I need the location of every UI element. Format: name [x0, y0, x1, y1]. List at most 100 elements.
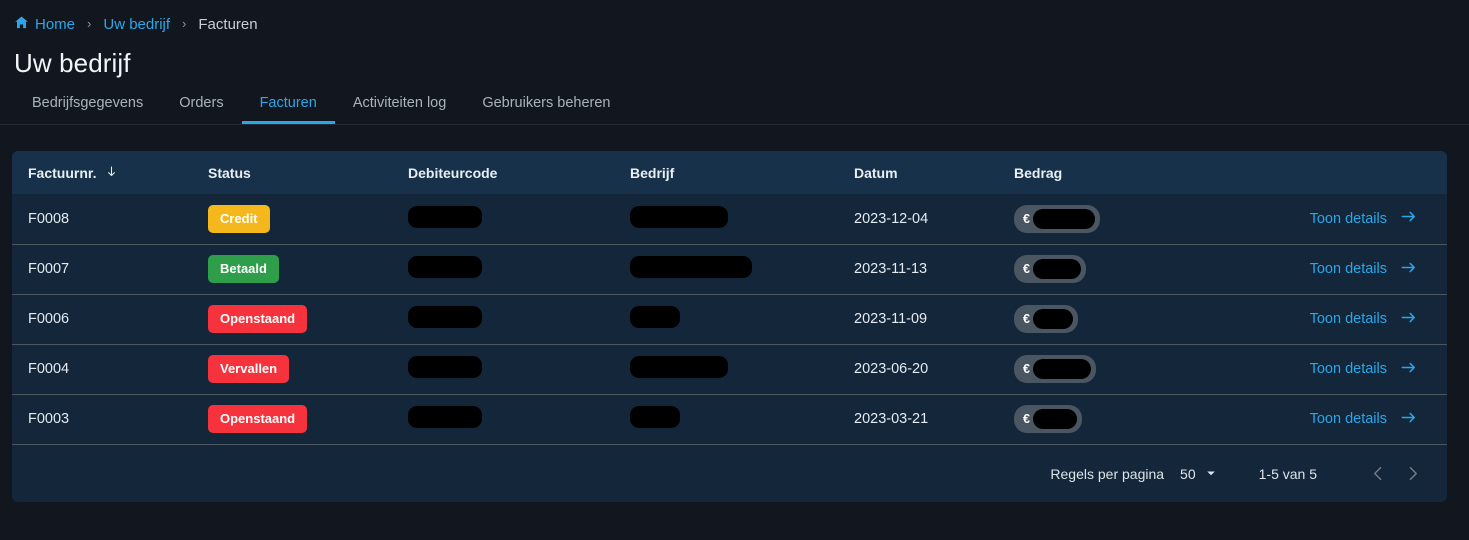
redacted-bedrijf — [630, 406, 680, 429]
status-badge: Betaald — [208, 255, 279, 283]
cell-factuurnr: F0004 — [12, 343, 208, 394]
cell-bedrag: € — [1014, 343, 1214, 394]
pagination-prev-button[interactable] — [1361, 457, 1395, 491]
redacted-debiteurcode — [408, 205, 482, 228]
cell-factuurnr: F0006 — [12, 293, 208, 344]
rows-per-page-value: 50 — [1180, 465, 1196, 482]
column-header-factuurnr[interactable]: Factuurnr. — [12, 151, 208, 194]
invoices-card: Factuurnr. Status Debiteurcode Bedrijf D… — [12, 151, 1447, 502]
cell-status: Vervallen — [208, 343, 408, 394]
arrow-down-icon — [105, 165, 118, 181]
redacted-bedrag — [1032, 208, 1095, 229]
status-badge: Vervallen — [208, 355, 290, 383]
breadcrumb-separator: › — [182, 16, 187, 31]
rows-per-page-label: Regels per pagina — [1050, 465, 1165, 482]
arrow-right-icon — [1400, 309, 1417, 330]
tab-orders[interactable]: Orders — [161, 95, 241, 125]
toon-details-link[interactable]: Toon details — [1310, 409, 1417, 430]
chevron-left-icon — [1370, 465, 1387, 482]
cell-status: Betaald — [208, 243, 408, 294]
redacted-debiteurcode — [408, 306, 482, 328]
tab-gebruikers-beheren[interactable]: Gebruikers beheren — [464, 95, 628, 125]
invoices-table: Factuurnr. Status Debiteurcode Bedrijf D… — [12, 151, 1447, 444]
redacted-bedrijf — [630, 306, 680, 328]
currency-symbol: € — [1023, 211, 1030, 226]
cell-bedrag: € — [1014, 293, 1214, 344]
tab-facturen[interactable]: Facturen — [241, 95, 335, 124]
breadcrumb-item-home[interactable]: Home — [14, 15, 75, 34]
cell-datum: 2023-12-04 — [854, 210, 929, 227]
amount-pill: € — [1014, 355, 1096, 383]
table-row[interactable]: F0003 Openstaand 2023-03-21 € Toon details — [12, 393, 1447, 444]
column-header-bedrag[interactable]: Bedrag — [1014, 151, 1214, 194]
cell-bedrijf — [630, 194, 854, 244]
currency-symbol: € — [1023, 412, 1030, 426]
redacted-bedrag — [1032, 259, 1081, 279]
redacted-bedrijf — [630, 256, 752, 278]
cell-debiteurcode — [408, 393, 630, 444]
cell-debiteurcode — [408, 243, 630, 294]
cell-bedrijf — [630, 393, 854, 444]
breadcrumb-separator: › — [87, 16, 92, 31]
column-header-status[interactable]: Status — [208, 151, 408, 194]
toon-details-link[interactable]: Toon details — [1310, 259, 1417, 280]
redacted-bedrag — [1032, 409, 1077, 430]
breadcrumb-link-uw-bedrijf[interactable]: Uw bedrijf — [103, 16, 170, 33]
breadcrumb-current-facturen: Facturen — [198, 16, 258, 33]
toon-details-label: Toon details — [1309, 261, 1387, 277]
status-badge: Openstaand — [208, 305, 308, 333]
cell-bedrag: € — [1014, 194, 1214, 244]
status-badge: Openstaand — [208, 405, 308, 434]
column-header-factuurnr-label: Factuurnr. — [28, 165, 97, 181]
redacted-debiteurcode — [408, 356, 482, 378]
table-row[interactable]: F0004 Vervallen 2023-06-20 € Toon details — [12, 343, 1447, 394]
breadcrumb: Home › Uw bedrijf › Facturen — [0, 0, 1469, 38]
chevron-right-icon — [1404, 465, 1421, 482]
cell-actions: Toon details — [1214, 343, 1447, 394]
redacted-bedrag — [1032, 309, 1073, 329]
cell-status: Openstaand — [208, 393, 408, 444]
cell-status: Credit — [208, 194, 408, 244]
tab-activiteiten-log[interactable]: Activiteiten log — [335, 95, 465, 125]
column-header-datum[interactable]: Datum — [854, 151, 1014, 194]
cell-actions: Toon details — [1214, 243, 1447, 294]
cell-bedrijf — [630, 293, 854, 344]
table-body: F0008 Credit 2023-12-04 € Toon details F0007 B… — [12, 194, 1447, 444]
cell-bedrijf — [630, 343, 854, 394]
redacted-debiteurcode — [408, 256, 482, 278]
cell-debiteurcode — [408, 343, 630, 394]
table-row[interactable]: F0007 Betaald 2023-11-13 € Toon details — [12, 243, 1447, 294]
cell-actions: Toon details — [1214, 393, 1447, 444]
cell-datum: 2023-06-20 — [854, 343, 1014, 394]
cell-actions: Toon details — [1214, 293, 1447, 344]
column-header-bedrijf[interactable]: Bedrijf — [630, 151, 854, 194]
cell-bedrag: € — [1014, 243, 1214, 294]
table-header-row: Factuurnr. Status Debiteurcode Bedrijf D… — [12, 151, 1447, 194]
cell-datum: 2023-11-09 — [854, 293, 1014, 344]
toon-details-label: Toon details — [1309, 311, 1387, 327]
table-row[interactable]: F0008 Credit 2023-12-04 € Toon details — [12, 194, 1447, 244]
currency-symbol: € — [1023, 361, 1030, 376]
table-row[interactable]: F0006 Openstaand 2023-11-09 € Toon details — [12, 293, 1447, 344]
tab-bedrijfsgegevens[interactable]: Bedrijfsgegevens — [14, 95, 161, 125]
amount-pill: € — [1014, 204, 1100, 233]
currency-symbol: € — [1023, 311, 1030, 326]
rows-per-page-select[interactable]: 50 — [1180, 466, 1217, 482]
redacted-bedrijf — [630, 356, 728, 378]
breadcrumb-link-home[interactable]: Home — [35, 16, 75, 33]
invoices-page: Home › Uw bedrijf › Facturen Uw bedrijf … — [0, 0, 1469, 540]
amount-pill: € — [1014, 305, 1078, 333]
toon-details-link[interactable]: Toon details — [1310, 309, 1417, 330]
column-header-debiteurcode[interactable]: Debiteurcode — [408, 151, 630, 194]
page-title: Uw bedrijf — [14, 48, 131, 78]
pagination-next-button[interactable] — [1395, 457, 1429, 491]
cell-status: Openstaand — [208, 293, 408, 344]
chevron-down-icon — [1205, 466, 1217, 482]
toon-details-link[interactable]: Toon details — [1310, 208, 1417, 229]
cell-actions: Toon details — [1214, 194, 1447, 244]
column-header-actions — [1214, 151, 1447, 194]
table-head: Factuurnr. Status Debiteurcode Bedrijf D… — [12, 151, 1447, 194]
redacted-debiteurcode — [408, 406, 482, 429]
cell-factuurnr: F0003 — [12, 393, 208, 444]
toon-details-link[interactable]: Toon details — [1310, 359, 1417, 380]
